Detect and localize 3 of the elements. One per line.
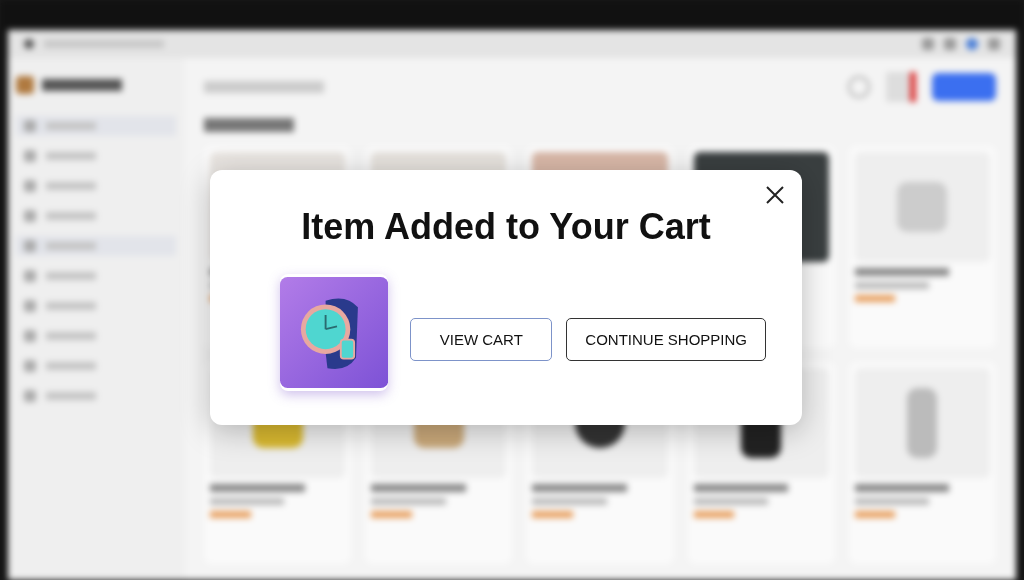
- view-cart-button[interactable]: VIEW CART: [410, 318, 553, 361]
- dialog-title: Item Added to Your Cart: [301, 206, 711, 248]
- continue-shopping-button[interactable]: CONTINUE SHOPPING: [566, 318, 766, 361]
